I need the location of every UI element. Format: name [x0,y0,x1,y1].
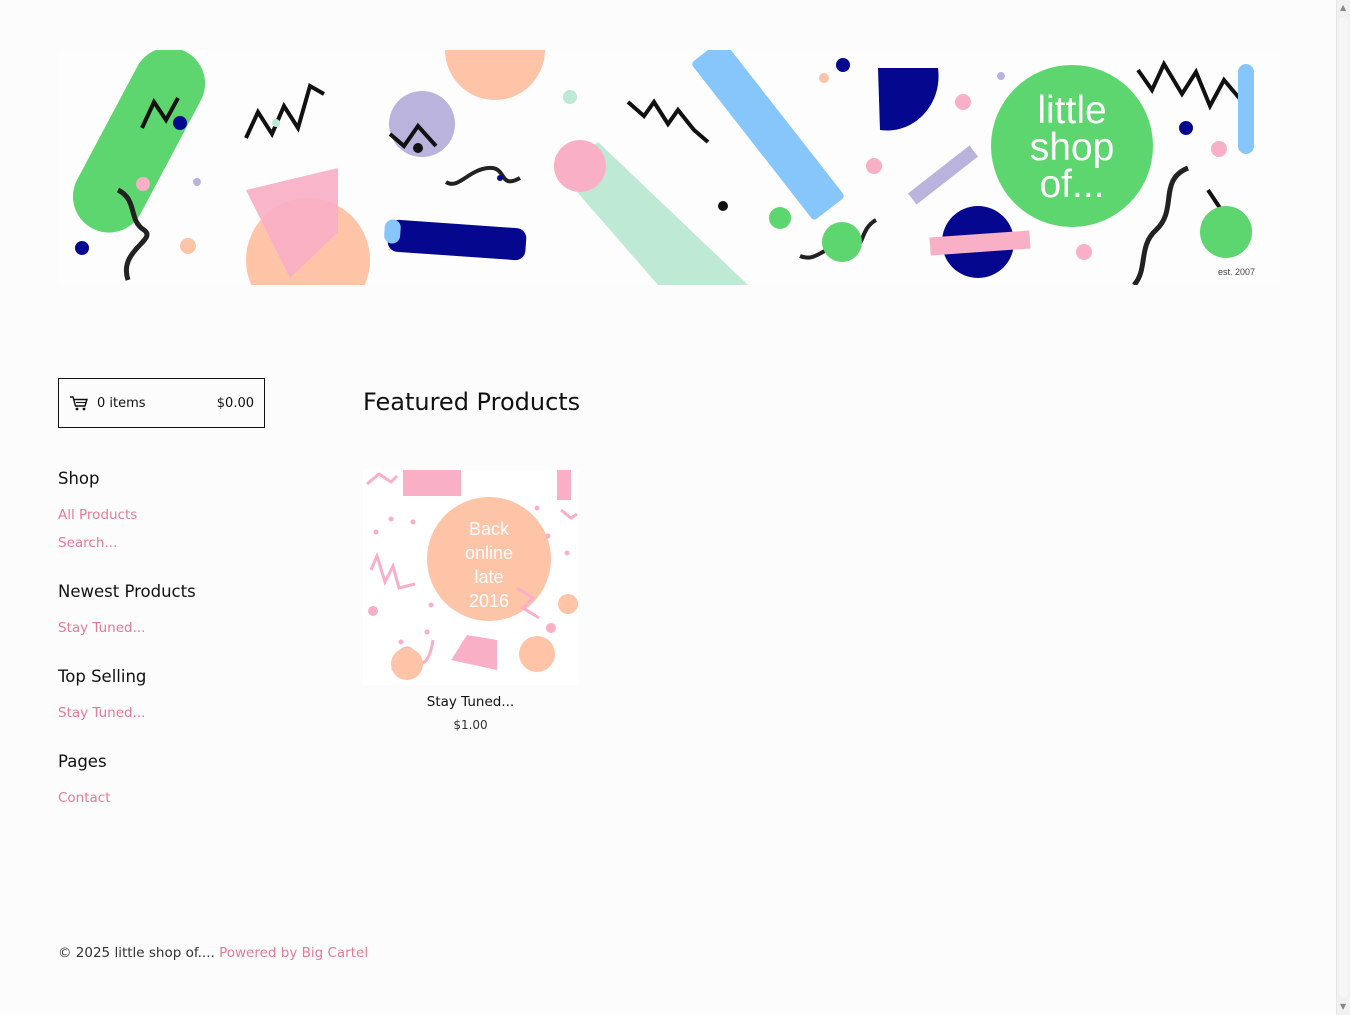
newest-products-section: Newest Products Stay Tuned... [58,579,278,642]
page: little shop of... est. 2007 0 items $0.0… [0,0,1336,1015]
product-image[interactable]: Back online late 2016 [363,470,578,685]
established-text: est. 2007 [1218,267,1256,277]
cart-icon [70,396,88,411]
copyright-text: © 2025 little shop of.... [58,945,215,961]
product-price: $1.00 [453,718,488,732]
logo-text: little shop of... [993,89,1151,206]
newest-products-heading: Newest Products [58,582,196,601]
logo-line-3: of... [1039,163,1105,206]
green-pill-shape [72,50,206,233]
powered-by-link[interactable]: Powered by Big Cartel [219,945,368,961]
scroll-down-arrow-icon[interactable]: ▼ [1340,1003,1346,1011]
cart-button[interactable]: 0 items $0.00 [58,378,265,428]
newest-product-link[interactable]: Stay Tuned... [58,614,278,642]
cart-total: $0.00 [216,395,254,411]
image-text-line: late [474,567,504,587]
product-image-text: Back online late 2016 [427,517,551,613]
shop-heading: Shop [58,469,100,488]
scroll-up-arrow-icon[interactable]: ▲ [1340,4,1346,12]
product-card[interactable]: Back online late 2016 Stay Tuned... $1.0… [363,470,578,732]
vertical-scrollbar[interactable]: ▲ ▼ [1336,0,1350,1015]
all-products-link[interactable]: All Products [58,501,278,529]
scrollbar-thumb[interactable] [1339,17,1348,997]
page-title: Featured Products [363,388,581,416]
image-text-line: online [464,543,514,563]
shop-section: Shop All Products Search... [58,466,278,557]
pages-heading: Pages [58,752,107,771]
sidebar: Shop All Products Search... Newest Produ… [58,466,278,834]
image-text-line: Back [468,519,510,539]
cart-item-count: 0 items [97,395,146,411]
top-selling-section: Top Selling Stay Tuned... [58,664,278,727]
footer: © 2025 little shop of.... Powered by Big… [58,945,368,961]
search-link[interactable]: Search... [58,529,278,557]
top-selling-link[interactable]: Stay Tuned... [58,699,278,727]
logo-line-1: little [1037,89,1107,132]
contact-link[interactable]: Contact [58,784,278,812]
logo-line-2: shop [1029,126,1115,169]
top-selling-heading: Top Selling [58,667,147,686]
product-name[interactable]: Stay Tuned... [363,694,578,710]
header-banner[interactable]: little shop of... est. 2007 [58,50,1280,285]
image-text-line: 2016 [468,591,510,611]
pages-section: Pages Contact [58,749,278,812]
